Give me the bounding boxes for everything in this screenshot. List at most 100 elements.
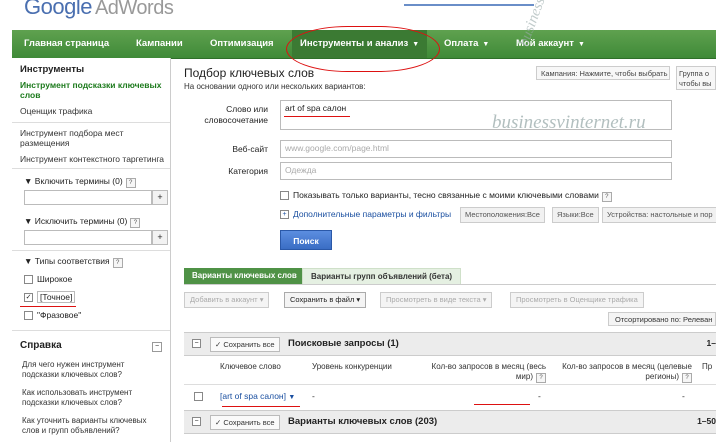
- table-header: Ключевое слово Уровень конкуренции Кол-в…: [184, 358, 716, 385]
- divider: [12, 168, 170, 169]
- only-related-option[interactable]: Показывать только варианты, тесно связан…: [280, 190, 612, 202]
- page-subtitle: На основании одного или нескольких вариа…: [184, 82, 366, 91]
- tab-adgroup-ideas[interactable]: Варианты групп объявлений (бета): [302, 268, 462, 284]
- logo-google: Google: [24, 0, 92, 19]
- sort-selector[interactable]: Отсортировано по: Релеван: [608, 312, 716, 326]
- col-competition[interactable]: Уровень конкуренции: [312, 362, 392, 372]
- tool-contextual[interactable]: Инструмент контекстного таргетинга: [20, 154, 164, 164]
- tab-keyword-ideas[interactable]: Варианты ключевых слов: [184, 268, 305, 284]
- help-link-what[interactable]: Для чего нужен инструмент подсказки ключ…: [22, 360, 162, 380]
- adwords-window: Google AdWords Главная страница Кампании …: [4, 0, 716, 442]
- row-global: -: [538, 391, 541, 401]
- help-link-refine[interactable]: Как уточнить варианты ключевых слов и гр…: [22, 416, 162, 436]
- exclude-terms-toggle[interactable]: ▼ Исключить термины (0)?: [24, 216, 141, 228]
- col-keyword[interactable]: Ключевое слово: [220, 362, 281, 372]
- collapse-icon[interactable]: −: [152, 342, 162, 352]
- website-input[interactable]: www.google.com/page.html: [280, 140, 672, 158]
- view-in-estimator-button[interactable]: Просмотреть в Оценщике трафика: [510, 292, 644, 308]
- help-title: Справка: [20, 340, 62, 351]
- watermark: businessvinternet.ru: [492, 112, 646, 133]
- include-add-button[interactable]: +: [152, 190, 168, 205]
- divider: [12, 330, 170, 331]
- help-question-icon[interactable]: ?: [536, 373, 546, 383]
- help-question-icon[interactable]: ?: [601, 192, 612, 202]
- expand-plus-icon: +: [280, 210, 289, 220]
- help-question-icon[interactable]: ?: [682, 373, 692, 383]
- sidebar: Инструменты Инструмент подсказки ключевы…: [12, 58, 171, 442]
- logo-product: AdWords: [94, 0, 174, 19]
- col-local-searches[interactable]: Кол-во запросов в месяц (целевые регионы…: [558, 362, 692, 383]
- chip-devices[interactable]: Устройства: настольные и пор: [602, 207, 716, 223]
- row-local: -: [682, 391, 685, 401]
- exclude-add-button[interactable]: +: [152, 230, 168, 245]
- match-exact[interactable]: ✓ [Точное]: [24, 291, 76, 303]
- checkbox[interactable]: [280, 191, 289, 201]
- keyword-ideas-section: − ✓ Сохранить все Варианты ключевых слов…: [184, 410, 716, 434]
- checkbox[interactable]: [24, 275, 33, 285]
- collapse-toggle[interactable]: −: [192, 339, 201, 348]
- category-label: Категория: [228, 166, 268, 176]
- divider: [12, 250, 170, 251]
- nav-home[interactable]: Главная страница: [16, 30, 117, 58]
- save-to-file-button[interactable]: Сохранить в файл ▾: [284, 292, 367, 308]
- word-label: Слово или словосочетание: [204, 104, 268, 125]
- divider: [12, 122, 170, 123]
- collapse-toggle[interactable]: −: [192, 417, 201, 426]
- chip-languages[interactable]: Языки:Все: [552, 207, 599, 223]
- red-underline: [474, 404, 530, 406]
- triangle-down-icon: ▼: [24, 176, 35, 186]
- search-button[interactable]: Поиск: [280, 230, 332, 250]
- page-title: Подбор ключевых слов: [184, 66, 315, 80]
- help-question-icon[interactable]: ?: [130, 218, 141, 228]
- view-as-text-button[interactable]: Просмотреть в виде текста ▾: [380, 292, 493, 308]
- triangle-down-icon: ▼: [24, 256, 35, 266]
- advanced-options-link[interactable]: + Дополнительные параметры и фильтры: [280, 209, 451, 220]
- include-terms-input[interactable]: [24, 190, 152, 205]
- section-title: Поисковые запросы (1): [288, 338, 399, 349]
- site-label: Веб-сайт: [232, 144, 268, 154]
- checkbox-checked[interactable]: ✓: [24, 293, 33, 303]
- adgroup-selector[interactable]: Группа о чтобы вы: [676, 66, 716, 90]
- col-global-searches[interactable]: Кол-во запросов в месяц (весь мир)?: [416, 362, 546, 383]
- chip-locations[interactable]: Местоположения:Все: [460, 207, 545, 223]
- caret-down-icon: ▼: [482, 41, 490, 48]
- help-link-how[interactable]: Как использовать инструмент подсказки кл…: [22, 388, 162, 408]
- nav-billing[interactable]: Оплата ▼: [436, 30, 497, 58]
- triangle-down-icon: ▼: [24, 216, 35, 226]
- nav-optimization[interactable]: Оптимизация: [202, 30, 282, 58]
- results-tabs: Варианты ключевых слов Варианты групп об…: [184, 268, 716, 285]
- section-title: Варианты ключевых слов (203): [288, 416, 438, 427]
- match-phrase[interactable]: "Фразовое": [24, 310, 81, 321]
- help-question-icon[interactable]: ?: [112, 258, 123, 268]
- table-row: [art of spa салон] ▼ - - -: [184, 388, 716, 406]
- match-types-toggle[interactable]: ▼ Типы соответствия?: [24, 256, 123, 268]
- top-link-underline: [404, 4, 534, 6]
- checkbox[interactable]: [24, 311, 33, 321]
- pagination-range: 1–50: [697, 416, 716, 426]
- red-underline: [20, 306, 76, 308]
- help-question-icon[interactable]: ?: [125, 178, 136, 188]
- col-more: Пр: [702, 362, 713, 371]
- save-all-button[interactable]: ✓ Сохранить все: [210, 415, 280, 430]
- tool-traffic-estimator[interactable]: Оценщик трафика: [20, 106, 92, 116]
- adwords-logo[interactable]: Google AdWords: [24, 0, 174, 20]
- category-input[interactable]: Одежда: [280, 162, 672, 180]
- red-underline: [222, 406, 300, 408]
- add-to-account-button[interactable]: Добавить в аккаунт ▾: [184, 292, 270, 308]
- exclude-terms-input[interactable]: [24, 230, 152, 245]
- tool-keyword-planner[interactable]: Инструмент подсказки ключевых слов: [20, 80, 166, 100]
- caret-down-icon: ▼: [577, 41, 585, 48]
- pagination-range: 1–: [706, 338, 716, 348]
- search-terms-section: − ✓ Сохранить все Поисковые запросы (1) …: [184, 332, 716, 356]
- include-terms-toggle[interactable]: ▼ Включить термины (0)?: [24, 176, 136, 188]
- row-keyword[interactable]: [art of spa салон] ▼: [220, 391, 295, 401]
- row-checkbox[interactable]: [194, 392, 203, 401]
- match-broad[interactable]: Широкое: [24, 274, 72, 285]
- campaign-selector[interactable]: Кампания: Нажмите, чтобы выбрать: [536, 66, 670, 80]
- dropdown-arrow-icon[interactable]: ▼: [288, 394, 295, 401]
- results-toolbar: Добавить в аккаунт ▾ Сохранить в файл ▾ …: [184, 292, 716, 308]
- save-all-button[interactable]: ✓ Сохранить все: [210, 337, 280, 352]
- red-underline: [284, 116, 350, 118]
- nav-campaigns[interactable]: Кампании: [128, 30, 191, 58]
- tool-placement[interactable]: Инструмент подбора мест размещения: [20, 128, 160, 148]
